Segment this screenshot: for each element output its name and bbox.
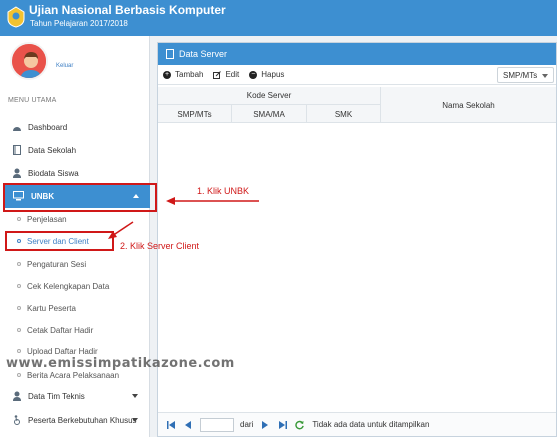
bullet-icon xyxy=(17,262,21,266)
submenu-item[interactable]: Penjelasan xyxy=(0,210,150,228)
delete-button-label: Hapus xyxy=(261,70,285,79)
chevron-down-icon xyxy=(132,418,138,422)
highlight-box-unbk xyxy=(3,183,157,212)
menu-section-label: MENU UTAMA xyxy=(8,97,57,104)
sidebar-item-data-tim-teknis[interactable]: Data Tim Teknis xyxy=(0,385,150,407)
bullet-icon xyxy=(17,373,21,377)
last-page-icon[interactable] xyxy=(278,420,287,429)
column-header-smp-mts[interactable]: SMP/MTs xyxy=(158,105,232,123)
chevron-down-icon xyxy=(132,394,138,398)
tut-wuri-logo-icon xyxy=(7,6,25,28)
submenu-label: Cek Kelengkapan Data xyxy=(27,281,110,291)
sidebar-item-label: Data Tim Teknis xyxy=(28,391,85,401)
grid-pager: dari Tidak ada data untuk ditampilkan xyxy=(158,412,556,436)
book-icon xyxy=(12,145,22,155)
sidebar-item-label: Peserta Berkebutuhan Khusus xyxy=(28,415,137,425)
add-button[interactable]: + Tambah xyxy=(163,70,203,79)
panel-header: Data Server xyxy=(158,43,556,65)
minus-circle-icon: − xyxy=(249,70,258,79)
bullet-icon xyxy=(17,217,21,221)
grid-header: Kode Server SMP/MTs SMA/MA SMK Nama Seko… xyxy=(158,87,556,123)
panel-title: Data Server xyxy=(179,49,228,59)
page-number-input[interactable] xyxy=(200,417,234,432)
sidebar-item-peserta-berkebutuhan-khusus[interactable]: Peserta Berkebutuhan Khusus xyxy=(0,409,150,431)
pager-status-text: Tidak ada data untuk ditampilkan xyxy=(312,420,430,429)
bullet-icon xyxy=(17,284,21,288)
bullet-icon xyxy=(17,349,21,353)
select-value: SMP/MTs xyxy=(503,70,538,80)
column-header-smk[interactable]: SMK xyxy=(307,105,381,123)
submenu-label: Berita Acara Pelaksanaan xyxy=(27,370,120,380)
refresh-icon[interactable] xyxy=(295,420,305,429)
school-level-select[interactable]: SMP/MTs xyxy=(497,67,554,83)
edit-button[interactable]: Edit xyxy=(213,70,239,79)
user-icon xyxy=(12,168,22,178)
app-header: Ujian Nasional Berbasis Komputer Tahun P… xyxy=(0,0,557,36)
add-button-label: Tambah xyxy=(175,70,204,79)
column-group-kode-server: Kode Server xyxy=(158,87,381,105)
logout-link[interactable]: Keluar xyxy=(56,63,73,69)
dashboard-icon xyxy=(12,122,22,132)
column-header-nama-sekolah[interactable]: Nama Sekolah xyxy=(381,87,556,123)
plus-circle-icon: + xyxy=(163,70,171,79)
sidebar-item-label: Data Sekolah xyxy=(28,145,77,155)
app-title: Ujian Nasional Berbasis Komputer xyxy=(29,3,226,17)
sidebar-item-data-sekolah[interactable]: Data Sekolah xyxy=(0,139,150,161)
prev-page-icon[interactable] xyxy=(183,420,192,429)
user-icon xyxy=(12,391,22,401)
document-icon xyxy=(166,49,174,59)
first-page-icon[interactable] xyxy=(166,420,175,429)
sidebar-item-label: Dashboard xyxy=(28,122,68,132)
submenu-item[interactable]: Pengaturan Sesi xyxy=(0,255,150,273)
bullet-icon xyxy=(17,328,21,332)
submenu-label: Penjelasan xyxy=(27,214,67,224)
app-subtitle: Tahun Pelajaran 2017/2018 xyxy=(30,19,128,28)
annotation-step1: 1. Klik UNBK xyxy=(197,186,250,196)
chevron-down-icon xyxy=(542,74,548,78)
data-server-panel: Data Server + Tambah Edit − Hapus SMP/MT… xyxy=(157,42,557,437)
submenu-label: Pengaturan Sesi xyxy=(27,259,87,269)
submenu-label: Upload Daftar Hadir xyxy=(27,346,98,356)
submenu-label: Kartu Peserta xyxy=(27,303,76,313)
submenu-item[interactable]: Cek Kelengkapan Data xyxy=(0,277,150,295)
page-of-label: dari xyxy=(240,420,254,429)
delete-button[interactable]: − Hapus xyxy=(249,70,284,79)
submenu-item[interactable]: Kartu Peserta xyxy=(0,299,150,317)
annotation-step2: 2. Klik Server Client xyxy=(120,241,200,251)
bullet-icon xyxy=(17,306,21,310)
sidebar-item-biodata-siswa[interactable]: Biodata Siswa xyxy=(0,162,150,184)
submenu-item[interactable]: Cetak Daftar Hadir xyxy=(0,321,150,339)
next-page-icon[interactable] xyxy=(261,420,270,429)
highlight-box-server-client xyxy=(5,231,114,251)
watermark-text: www.emissimpatikazone.com xyxy=(6,356,235,371)
submenu-label: Cetak Daftar Hadir xyxy=(27,325,94,335)
edit-button-label: Edit xyxy=(225,70,240,79)
column-header-sma-ma[interactable]: SMA/MA xyxy=(232,105,307,123)
user-avatar-icon[interactable] xyxy=(10,42,48,80)
wheelchair-icon xyxy=(12,415,22,425)
sidebar-item-label: Biodata Siswa xyxy=(28,168,79,178)
pencil-icon xyxy=(213,70,222,79)
sidebar-item-dashboard[interactable]: Dashboard xyxy=(0,116,150,138)
